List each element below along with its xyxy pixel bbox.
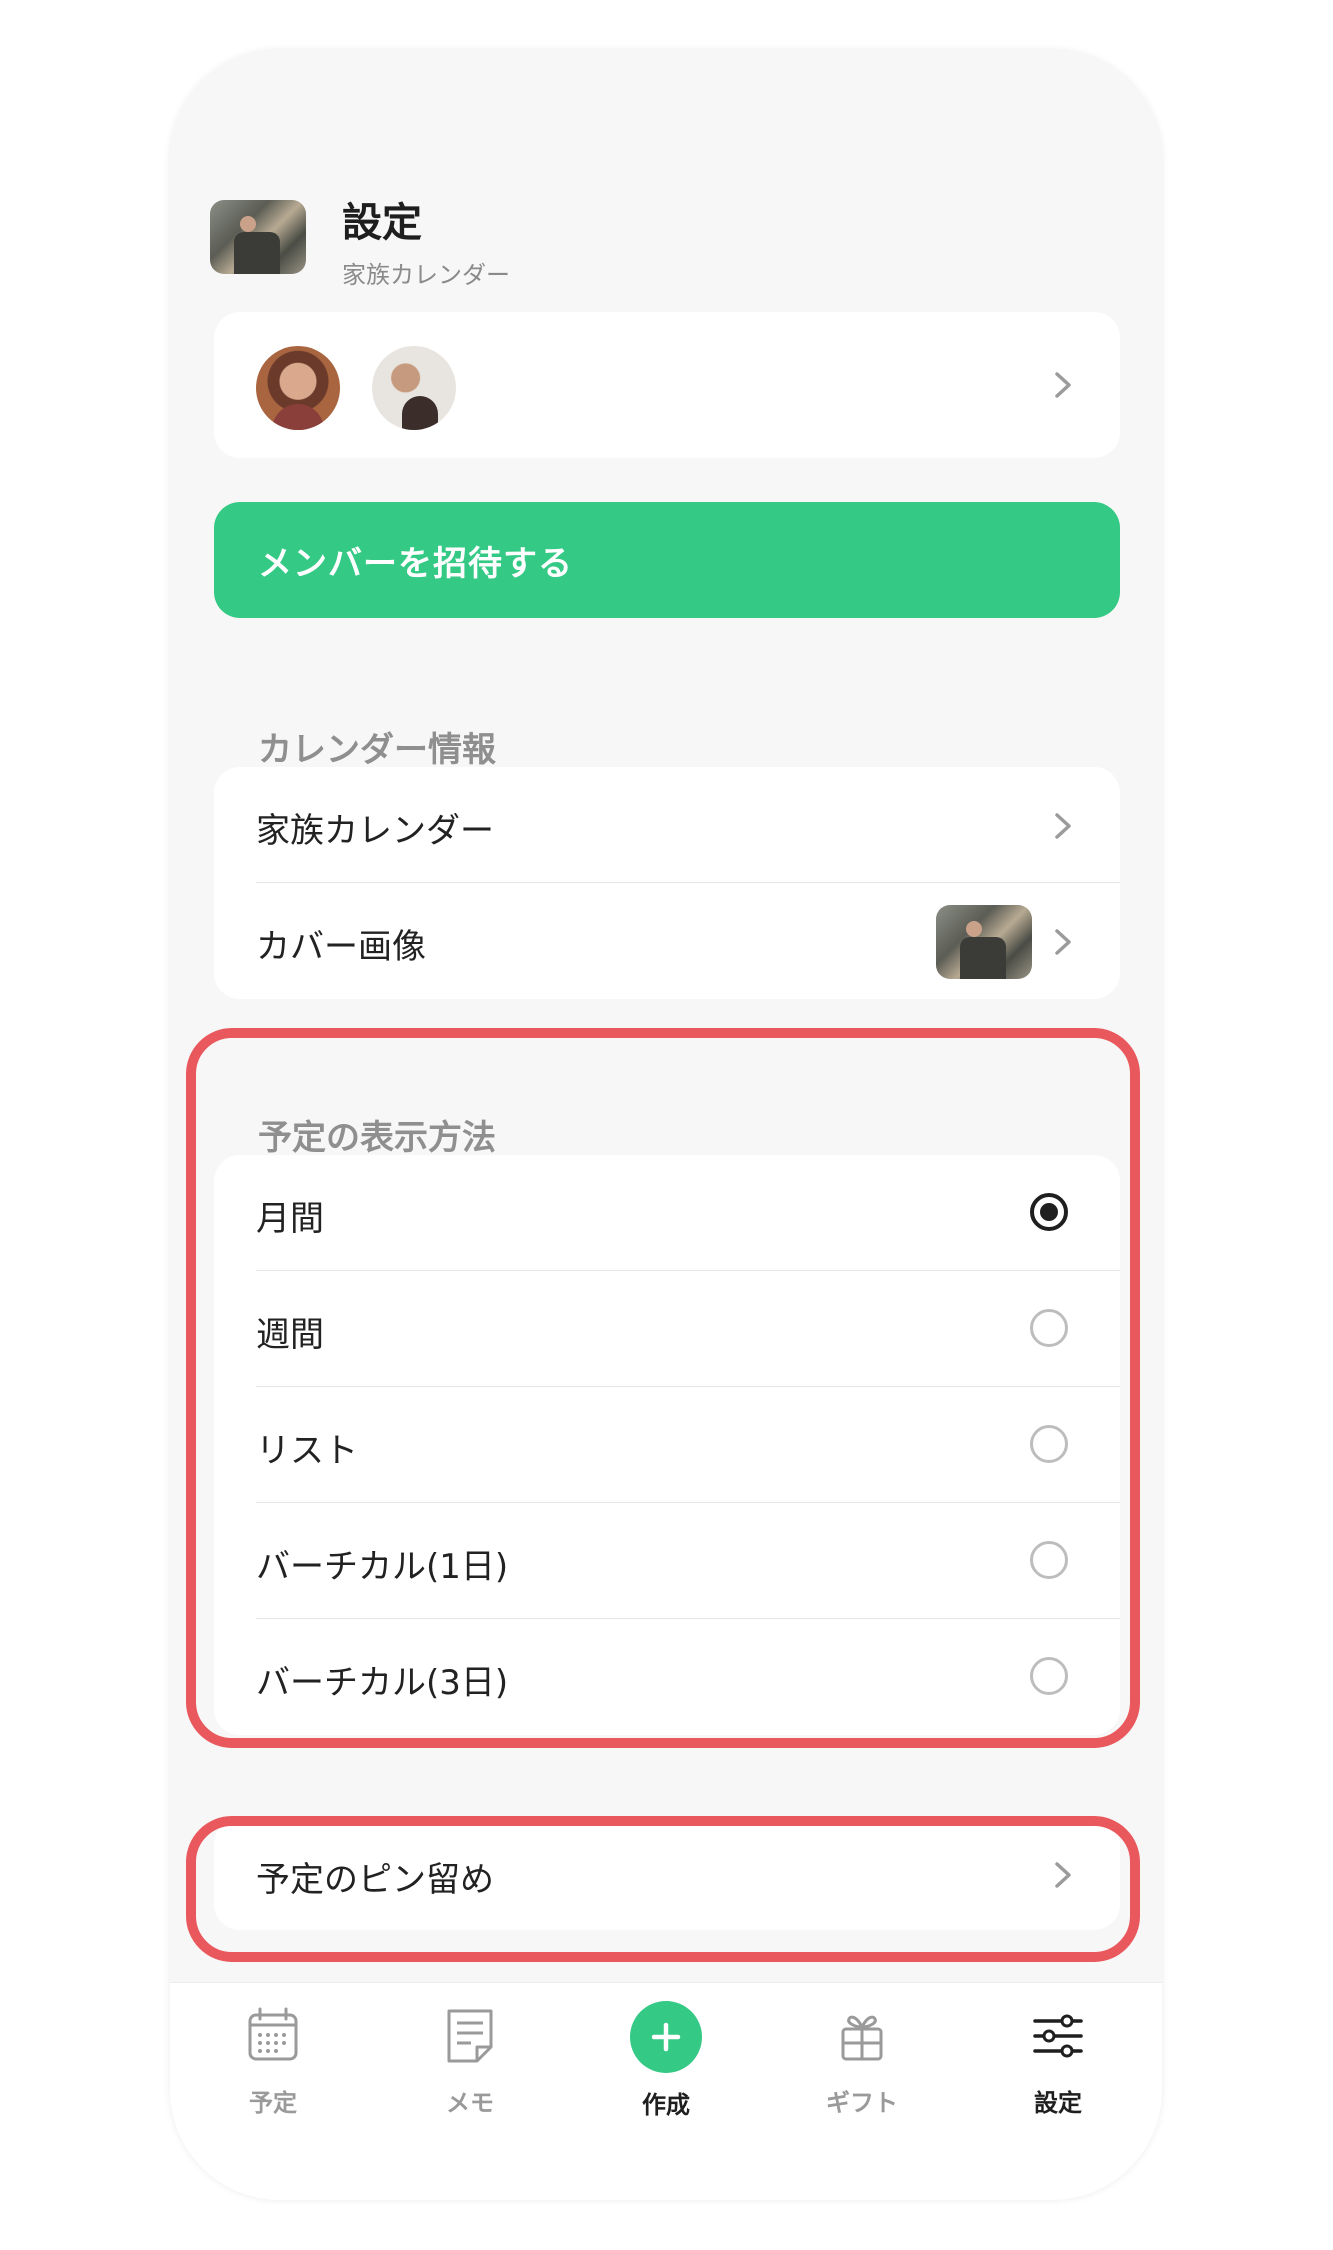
display-option-monthly[interactable]: 月間 bbox=[214, 1155, 1120, 1271]
bottom-tab-bar: 予定 メモ 作成 ギフト 設定 bbox=[170, 1982, 1162, 2200]
member-avatar-1 bbox=[256, 346, 340, 430]
member-avatar-2 bbox=[372, 346, 456, 430]
radio-unselected[interactable] bbox=[1030, 1309, 1068, 1347]
option-label: 月間 bbox=[256, 1199, 324, 1239]
cover-image-label: カバー画像 bbox=[256, 927, 426, 967]
create-button[interactable] bbox=[630, 2001, 702, 2073]
radio-selected[interactable] bbox=[1030, 1193, 1068, 1231]
chevron-right-icon bbox=[1046, 1858, 1080, 1892]
pin-events-label: 予定のピン留め bbox=[256, 1860, 494, 1900]
tab-label: 設定 bbox=[1034, 2089, 1082, 2117]
tab-label: 作成 bbox=[642, 2091, 690, 2119]
chevron-right-icon bbox=[1046, 809, 1080, 843]
radio-unselected[interactable] bbox=[1030, 1541, 1068, 1579]
calendar-name-label: 家族カレンダー bbox=[256, 811, 494, 851]
settings-sliders-icon bbox=[1033, 2014, 1083, 2058]
phone-frame: 設定 家族カレンダー メンバーを招待する カレンダー情報 家族カレンダー カバー… bbox=[170, 50, 1162, 2200]
cover-image-row[interactable]: カバー画像 bbox=[214, 883, 1120, 999]
invite-members-button[interactable]: メンバーを招待する bbox=[214, 502, 1120, 618]
radio-unselected[interactable] bbox=[1030, 1657, 1068, 1695]
display-option-vertical-3day[interactable]: バーチカル(3日) bbox=[214, 1619, 1120, 1735]
tab-settings[interactable]: 設定 bbox=[988, 2001, 1128, 2118]
display-method-card: 月間 週間 リスト バーチカル(1日) バーチカル(3日) bbox=[214, 1155, 1120, 1735]
option-label: バーチカル(1日) bbox=[256, 1547, 509, 1587]
members-card[interactable] bbox=[214, 312, 1120, 458]
tab-schedule[interactable]: 予定 bbox=[203, 2001, 343, 2118]
gift-icon bbox=[841, 2015, 883, 2061]
calendar-cover-thumbnail bbox=[210, 200, 306, 274]
section-title-calendar-info: カレンダー情報 bbox=[258, 730, 496, 770]
pin-events-row[interactable]: 予定のピン留め bbox=[214, 1818, 1120, 1930]
page-subtitle: 家族カレンダー bbox=[342, 261, 510, 289]
calendar-icon bbox=[248, 2007, 298, 2061]
tab-memo[interactable]: メモ bbox=[400, 2001, 540, 2118]
tab-create[interactable]: 作成 bbox=[596, 2001, 736, 2120]
cover-image-thumbnail bbox=[936, 905, 1032, 979]
tab-label: 予定 bbox=[249, 2089, 297, 2117]
chevron-right-icon bbox=[1046, 368, 1080, 402]
option-label: リスト bbox=[256, 1431, 358, 1471]
tab-label: メモ bbox=[446, 2089, 494, 2117]
tab-gift[interactable]: ギフト bbox=[792, 2001, 932, 2118]
page-title: 設定 bbox=[342, 200, 422, 246]
display-option-vertical-1day[interactable]: バーチカル(1日) bbox=[214, 1503, 1120, 1619]
section-title-display-method: 予定の表示方法 bbox=[258, 1118, 496, 1158]
memo-icon bbox=[447, 2009, 493, 2063]
radio-unselected[interactable] bbox=[1030, 1425, 1068, 1463]
display-option-weekly[interactable]: 週間 bbox=[214, 1271, 1120, 1387]
option-label: バーチカル(3日) bbox=[256, 1663, 509, 1703]
chevron-right-icon bbox=[1046, 925, 1080, 959]
plus-icon bbox=[651, 2022, 681, 2052]
tab-label: ギフト bbox=[826, 2089, 898, 2117]
display-option-list[interactable]: リスト bbox=[214, 1387, 1120, 1503]
calendar-name-row[interactable]: 家族カレンダー bbox=[214, 767, 1120, 883]
calendar-info-card: 家族カレンダー カバー画像 bbox=[214, 767, 1120, 999]
option-label: 週間 bbox=[256, 1315, 324, 1355]
